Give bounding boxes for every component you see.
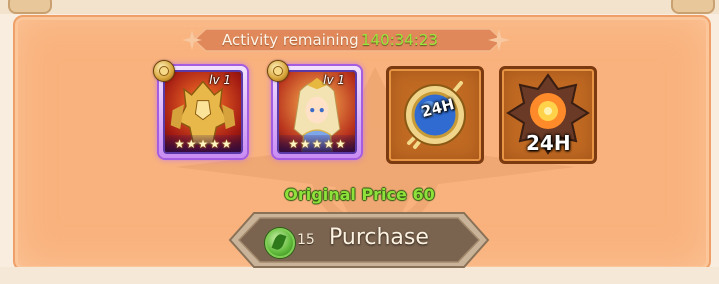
sparkle-icon	[488, 29, 510, 51]
star-icon: ★	[174, 136, 185, 151]
star-icon: ★	[185, 136, 197, 151]
star-icon: ★	[197, 136, 209, 151]
reward-hero-card-2[interactable]: lv 1 ★ ★ ★ ★ ★	[267, 60, 361, 158]
star-icon: ★	[221, 136, 232, 151]
reward-hero-card-1[interactable]: lv 1 ★ ★ ★ ★ ★	[153, 60, 247, 158]
activity-timer-banner: Activity remaining 140:34:23	[182, 26, 510, 54]
duration-label: 24H	[526, 131, 571, 155]
frame-ornament	[8, 0, 52, 14]
reward-item-card-1[interactable]: 24H	[386, 66, 484, 164]
star-rating: ★ ★ ★ ★ ★	[165, 135, 241, 152]
purchase-button[interactable]: 15 Purchase	[228, 209, 490, 271]
star-icon: ★	[288, 136, 299, 151]
countdown-timer: 140:34:23	[361, 31, 438, 49]
star-icon: ★	[209, 136, 221, 151]
frame-ornament	[671, 0, 715, 14]
green-leaf-coin-icon	[265, 228, 295, 258]
star-rating: ★ ★ ★ ★ ★	[279, 135, 355, 152]
star-icon: ★	[299, 136, 311, 151]
faction-badge-icon	[267, 60, 289, 82]
hero-portrait-frame: lv 1 ★ ★ ★ ★ ★	[277, 70, 357, 154]
star-icon: ★	[311, 136, 323, 151]
hero-portrait-frame: lv 1 ★ ★ ★ ★ ★	[163, 70, 243, 154]
sparkle-icon	[182, 30, 202, 50]
star-icon: ★	[323, 136, 335, 151]
purchase-label: Purchase	[329, 225, 429, 250]
purchase-price: 15	[297, 232, 315, 248]
hero-level: lv 1	[323, 73, 345, 87]
faction-badge-icon	[153, 60, 175, 82]
reward-item-card-2[interactable]: 24H	[499, 66, 597, 164]
activity-remaining-label: Activity remaining	[222, 31, 359, 49]
hero-level: lv 1	[209, 73, 231, 87]
original-price-label: Original Price 60	[284, 185, 435, 204]
window-top-strip	[0, 0, 719, 14]
star-icon: ★	[335, 136, 346, 151]
